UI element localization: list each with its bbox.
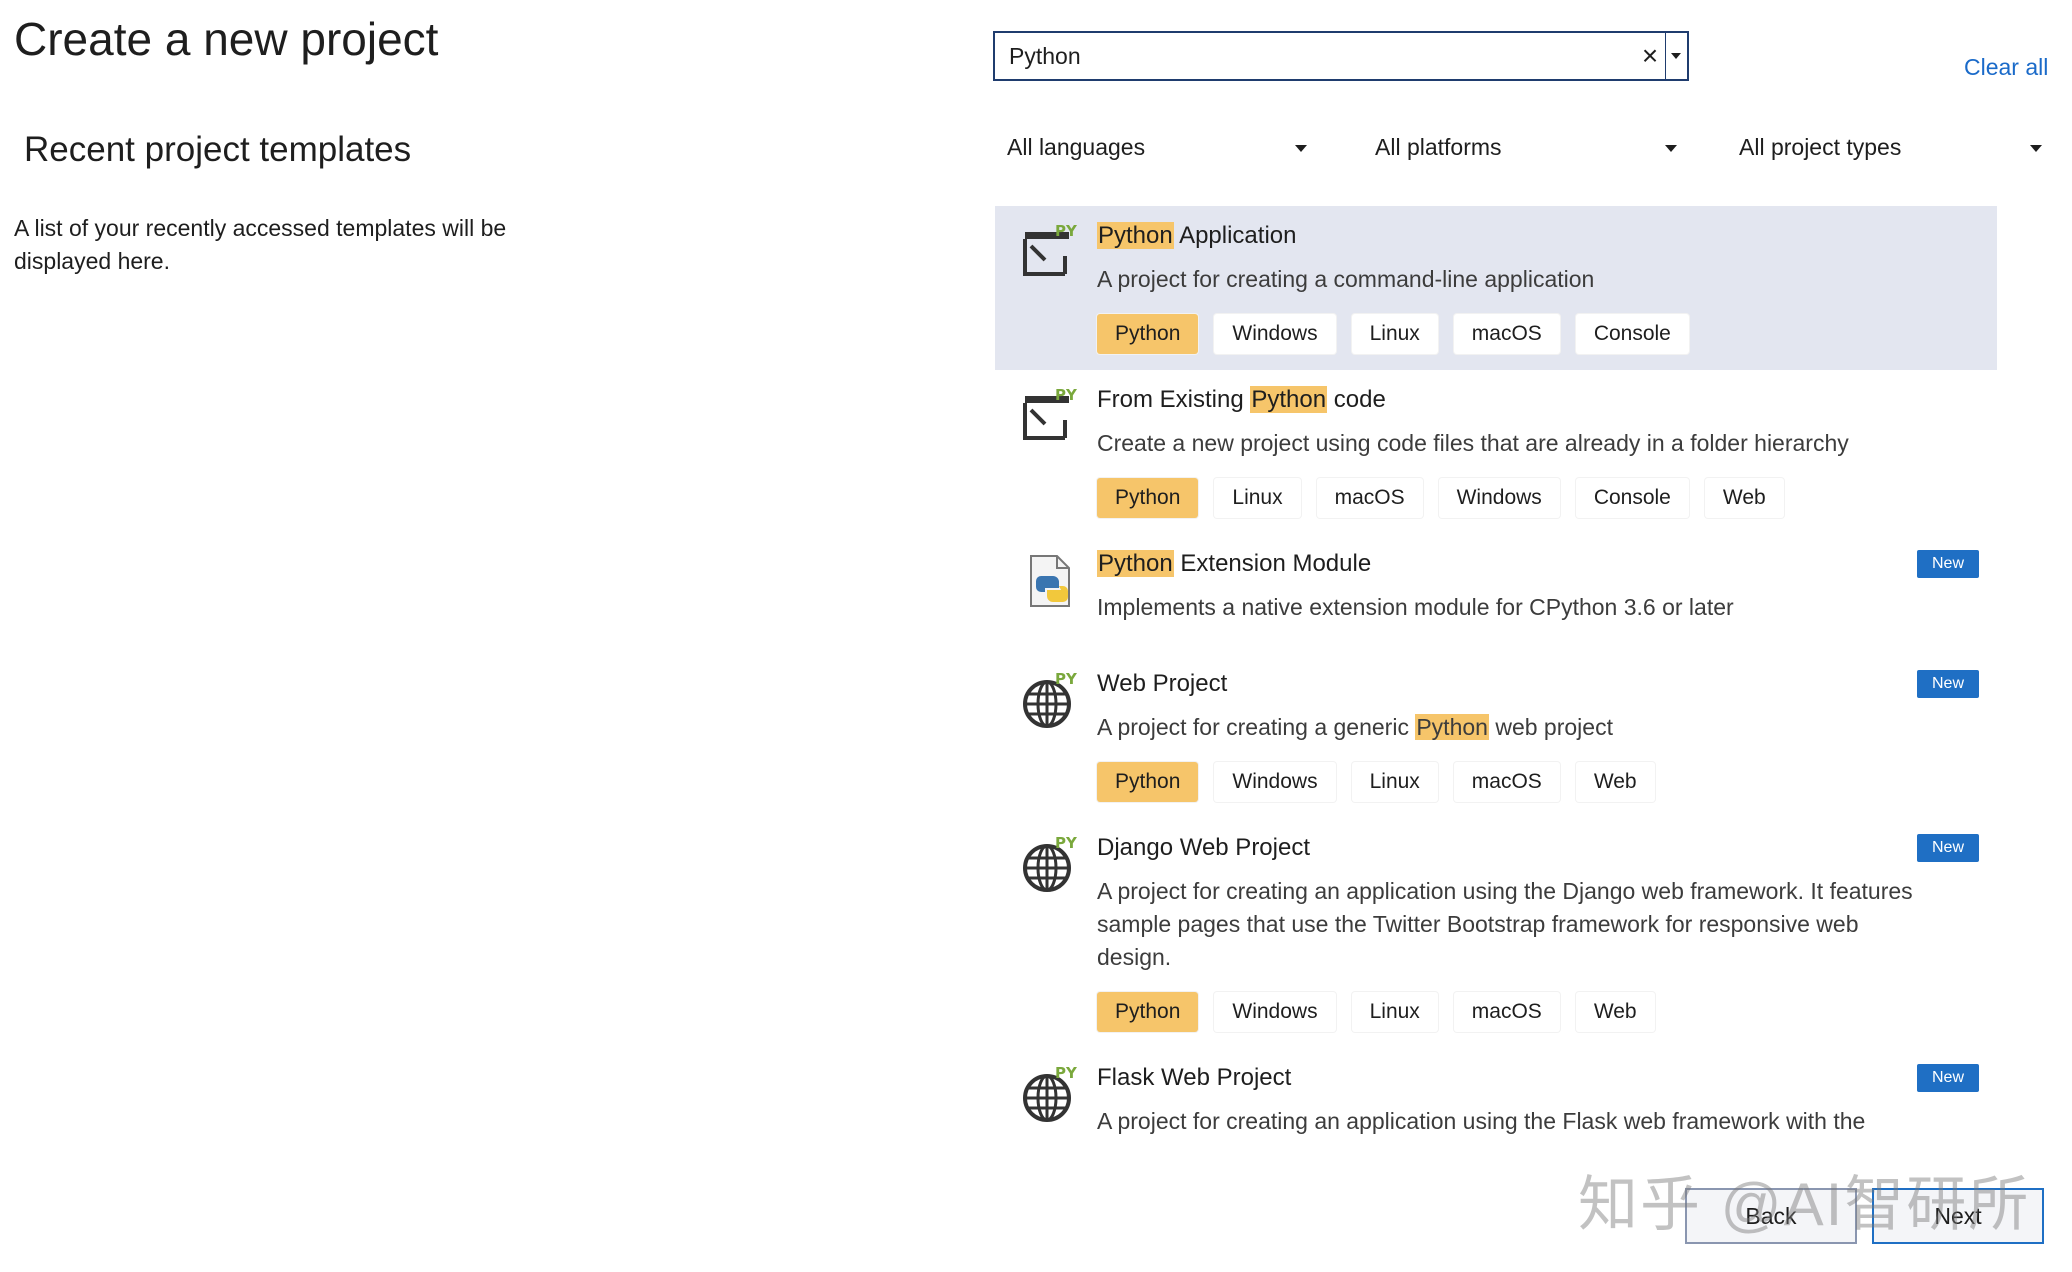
template-tag: Windows — [1214, 314, 1336, 354]
python-file-icon — [1019, 550, 1079, 610]
new-badge: New — [1917, 550, 1979, 578]
template-description-text: A project for creating an application us… — [1097, 878, 1913, 970]
search-box: × — [993, 31, 1689, 81]
template-tag: Python — [1097, 478, 1199, 518]
template-description: A project for creating a command-line ap… — [1097, 263, 1937, 296]
template-item[interactable]: PY From Existing Python code Create a new … — [995, 370, 1997, 534]
platform-filter-dropdown[interactable]: All platforms — [1375, 132, 1677, 164]
template-name: Web Project — [1097, 670, 1227, 698]
template-tag: macOS — [1453, 314, 1560, 354]
template-tags: Python Linux macOS Windows Console Web — [1097, 478, 1784, 518]
template-tag: Windows — [1438, 478, 1560, 518]
template-description-text: A project for creating a command-line ap… — [1097, 266, 1595, 292]
svg-text:PY: PY — [1055, 222, 1078, 240]
console-app-py-icon: PY — [1019, 222, 1079, 282]
new-badge: New — [1917, 834, 1979, 862]
template-description: Implements a native extension module for… — [1097, 591, 1937, 624]
template-name: From Existing Python code — [1097, 386, 1386, 414]
template-tag: Web — [1575, 992, 1655, 1032]
template-tags: Python Windows Linux macOS Web — [1097, 992, 1655, 1032]
svg-text:PY: PY — [1055, 834, 1078, 852]
svg-text:PY: PY — [1055, 1064, 1078, 1082]
template-description: Create a new project using code files th… — [1097, 427, 1937, 460]
template-tag: Python — [1097, 762, 1199, 802]
search-match-highlight: Python — [1415, 714, 1489, 740]
template-description-text: Implements a native extension module for… — [1097, 594, 1734, 620]
template-name-text: Flask Web Project — [1097, 1064, 1292, 1091]
template-description-text: Create a new project using code files th… — [1097, 430, 1849, 456]
template-name: Python Application — [1097, 222, 1296, 250]
project-type-filter-label: All project types — [1739, 134, 1902, 160]
language-filter-dropdown[interactable]: All languages — [1007, 132, 1307, 164]
template-tag: Python — [1097, 314, 1199, 354]
svg-text:PY: PY — [1055, 386, 1078, 404]
recent-templates-heading: Recent project templates — [24, 130, 412, 169]
template-tag: macOS — [1453, 762, 1560, 802]
template-item[interactable]: Python Extension Module Implements a nati… — [995, 534, 1997, 654]
search-match-highlight: Python — [1097, 550, 1174, 577]
template-item[interactable]: PY Flask Web Project A project for creatin… — [995, 1048, 1997, 1138]
template-tag: Linux — [1351, 762, 1438, 802]
template-tag: Linux — [1214, 478, 1301, 518]
template-name-text: Web Project — [1097, 670, 1228, 697]
template-name: Python Extension Module — [1097, 550, 1371, 578]
template-tag: Console — [1575, 314, 1689, 354]
globe-py-icon: PY — [1019, 834, 1079, 894]
template-description: A project for creating an application us… — [1097, 875, 1937, 974]
template-name-text: Django Web Project — [1097, 834, 1310, 861]
template-tags: Python Windows Linux macOS Console — [1097, 314, 1689, 354]
globe-py-icon: PY — [1019, 1064, 1079, 1124]
search-history-dropdown[interactable] — [1665, 33, 1687, 79]
clear-all-link[interactable]: Clear all — [1964, 54, 2048, 81]
template-item[interactable]: PY Python Application A project for creati… — [995, 206, 1997, 370]
template-name-text: Extension Module — [1173, 550, 1372, 577]
template-description: A project for creating an application us… — [1097, 1105, 1937, 1138]
recent-templates-description: A list of your recently accessed templat… — [14, 215, 507, 274]
template-tag: Windows — [1214, 762, 1336, 802]
clear-search-icon[interactable]: × — [1635, 33, 1665, 79]
page-title: Create a new project — [14, 13, 439, 65]
new-badge: New — [1917, 1064, 1979, 1092]
search-input[interactable] — [995, 33, 1635, 79]
template-tags: Python Windows Linux macOS Web — [1097, 762, 1655, 802]
watermark: 知乎 @AI智研所 — [1578, 1171, 2031, 1238]
globe-py-icon: PY — [1019, 670, 1079, 730]
template-tag: Python — [1097, 992, 1199, 1032]
template-description-text: A project for creating an application us… — [1097, 1108, 1866, 1134]
template-description-text: A project for creating a generic — [1097, 714, 1416, 740]
template-tag: macOS — [1453, 992, 1560, 1032]
template-description-text: web project — [1488, 714, 1613, 740]
chevron-down-icon — [1295, 145, 1307, 152]
template-item[interactable]: PY Web Project A project for creating a ge… — [995, 654, 1997, 818]
template-tag: Web — [1575, 762, 1655, 802]
project-type-filter-dropdown[interactable]: All project types — [1739, 132, 2042, 164]
template-description: A project for creating a generic Python … — [1097, 711, 1937, 744]
template-name-text: Application — [1173, 222, 1297, 249]
template-name: Flask Web Project — [1097, 1064, 1291, 1092]
template-tag: Web — [1704, 478, 1784, 518]
template-item[interactable]: PY Django Web Project A project for creati… — [995, 818, 1997, 1048]
language-filter-label: All languages — [1007, 134, 1146, 160]
template-tag: Console — [1575, 478, 1689, 518]
chevron-down-icon — [2030, 145, 2042, 152]
template-name: Django Web Project — [1097, 834, 1310, 862]
platform-filter-label: All platforms — [1375, 134, 1502, 160]
template-tag: Linux — [1351, 314, 1438, 354]
template-tag: Windows — [1214, 992, 1336, 1032]
svg-text:PY: PY — [1055, 670, 1078, 688]
search-match-highlight: Python — [1097, 222, 1174, 249]
template-name-text: From Existing — [1097, 386, 1251, 413]
console-app-py-icon: PY — [1019, 386, 1079, 446]
template-tag: Linux — [1351, 992, 1438, 1032]
template-name-text: code — [1327, 386, 1386, 413]
search-match-highlight: Python — [1250, 386, 1328, 413]
new-badge: New — [1917, 670, 1979, 698]
template-tag: macOS — [1316, 478, 1423, 518]
chevron-down-icon — [1665, 145, 1677, 152]
